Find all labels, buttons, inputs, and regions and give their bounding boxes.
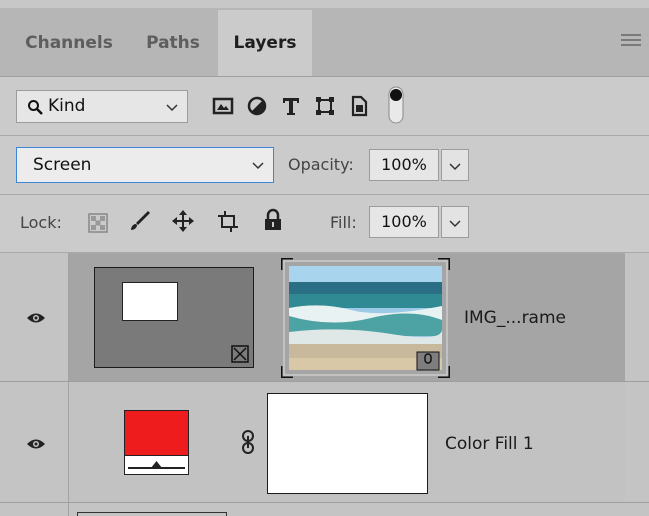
chevron-down-icon [449,163,461,171]
lock-transparent-pixels-icon[interactable] [86,211,110,235]
layer-name[interactable]: Color Fill 1 [445,434,534,454]
blend-mode-value: Screen [33,155,92,175]
adjustment-filter-icon[interactable] [245,94,269,118]
opacity-slider-button[interactable] [441,149,469,181]
frame-placeholder-icon [231,345,249,363]
layer-name[interactable]: IMG_...rame [464,308,566,328]
visibility-column [0,253,69,381]
visibility-column [0,382,69,502]
swatch-divider [125,455,188,456]
layer-row-partial [0,503,649,516]
fill-swatch-thumbnail[interactable] [124,410,189,475]
fill-slider-icon [128,461,185,469]
next-layer-thumbnail [77,512,227,516]
filter-row: Kind [0,77,649,135]
layer-row-frame[interactable]: IMG_...rame [0,253,649,381]
opacity-label: Opacity: [288,155,354,174]
tab-channels[interactable]: Channels [14,10,124,76]
lock-label: Lock: [20,213,62,232]
lock-all-icon[interactable] [261,208,285,232]
filter-kind-label: Kind [48,96,86,116]
lock-image-pixels-icon[interactable] [128,209,152,233]
frame-thumbnail[interactable] [94,267,254,368]
smart-object-filter-icon[interactable] [347,94,371,118]
fill-color-preview [125,411,188,455]
blend-mode-dropdown[interactable]: Screen [16,147,274,183]
lock-artboard-icon[interactable] [216,209,240,233]
opacity-input[interactable]: 100% [369,149,439,181]
layer-mask-thumbnail[interactable] [267,393,428,494]
frame-content-preview [122,282,178,321]
eye-icon[interactable] [26,438,46,450]
top-edge [0,0,649,8]
fill-slider-button[interactable] [441,206,469,238]
image-thumbnail[interactable] [281,258,450,378]
blend-row: Screen Opacity: 100% [0,136,649,194]
layer-row-color-fill[interactable]: Color Fill 1 [0,382,649,502]
chevron-down-icon [252,162,264,170]
chevron-down-icon [449,220,461,228]
type-filter-icon[interactable] [279,94,303,118]
tab-layers[interactable]: Layers [218,10,312,76]
lock-row: Lock: Fill: 100% [0,195,649,252]
eye-icon[interactable] [26,312,46,324]
shape-filter-icon[interactable] [313,94,337,118]
visibility-column [0,503,69,516]
fill-input[interactable]: 100% [369,206,439,238]
filter-toggle-icon[interactable] [388,86,404,124]
link-chain-icon[interactable] [241,430,255,454]
image-filter-icon[interactable] [211,94,235,118]
tab-paths[interactable]: Paths [132,10,214,76]
fill-label: Fill: [330,213,357,232]
filter-kind-dropdown[interactable]: Kind [16,90,188,123]
lock-position-icon[interactable] [171,209,195,233]
panel-tab-bar: Channels Paths Layers [0,0,649,77]
panel-menu-icon[interactable] [621,34,641,46]
chevron-down-icon [166,103,178,111]
search-icon [28,100,43,115]
